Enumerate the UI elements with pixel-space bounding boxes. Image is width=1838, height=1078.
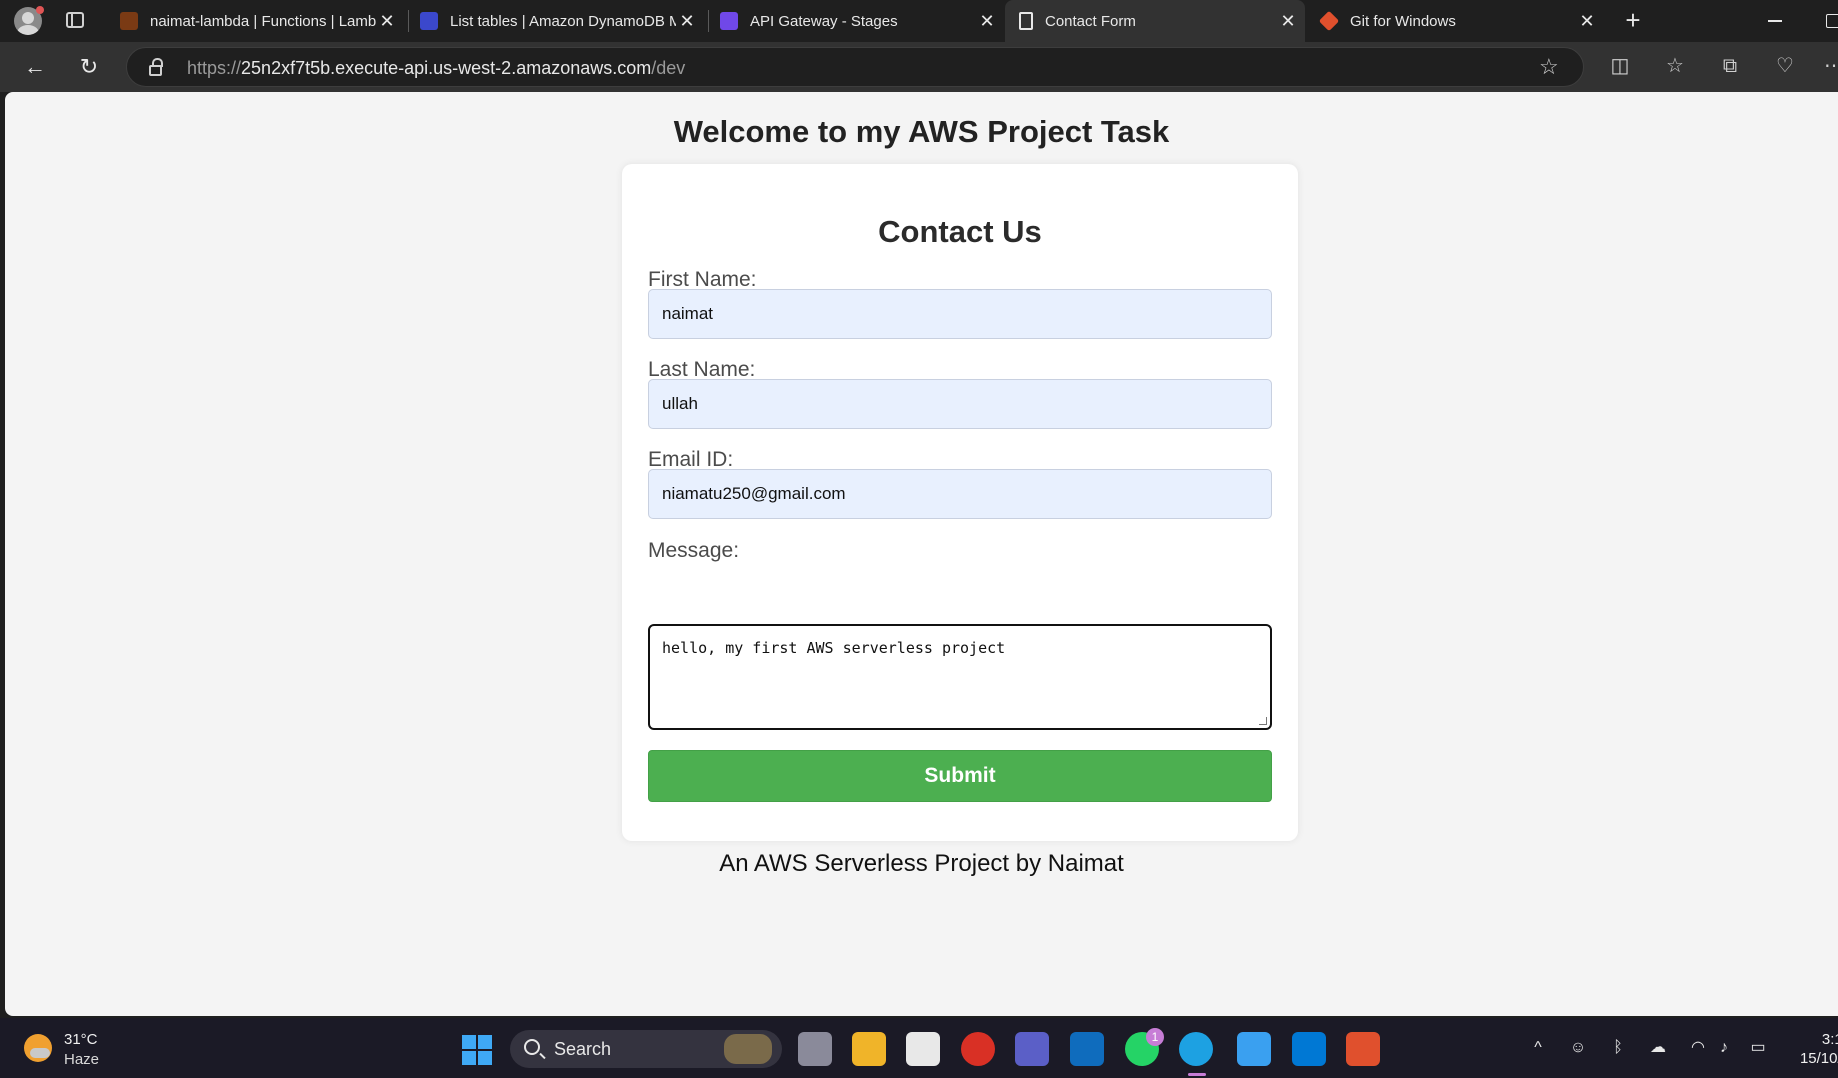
page-favicon-icon [1019, 12, 1033, 30]
tab-title: List tables | Amazon DynamoDB M [450, 12, 676, 30]
battery-icon[interactable]: ▭ [1748, 1038, 1768, 1058]
new-tab-button[interactable]: + [1618, 6, 1648, 36]
contact-form-card: Contact Us First Name: naimat Last Name:… [622, 164, 1298, 841]
search-label: Search [554, 1039, 612, 1059]
teams-tray-icon[interactable]: ☺ [1568, 1038, 1588, 1058]
tab-title: Contact Form [1045, 12, 1136, 30]
page-footer: An AWS Serverless Project by Naimat [719, 850, 1124, 877]
notepad-icon[interactable] [1237, 1032, 1271, 1066]
taskbar-search[interactable]: Search [510, 1030, 782, 1068]
minimize-icon[interactable] [1768, 20, 1782, 22]
lambda-favicon-icon [120, 12, 138, 30]
taskbar: 31°C Haze Search 1 ^ ☺ ᛒ ☁ ◠ ♪ ▭ 3:1115/… [0, 1018, 1838, 1078]
close-icon[interactable]: ✕ [1277, 11, 1299, 32]
vscode-icon[interactable] [1292, 1032, 1326, 1066]
tab-lambda[interactable]: naimat-lambda | Functions | Lamb ✕ [106, 0, 404, 42]
file-explorer-icon[interactable] [852, 1032, 886, 1066]
lock-icon[interactable] [149, 58, 163, 76]
close-icon[interactable]: ✕ [676, 11, 698, 32]
onedrive-icon[interactable]: ☁ [1648, 1038, 1668, 1058]
tab-actions-icon[interactable] [66, 12, 84, 28]
close-icon[interactable]: ✕ [976, 11, 998, 32]
more-menu-icon[interactable]: ⋯ [1822, 54, 1838, 78]
git-icon[interactable] [1346, 1032, 1380, 1066]
git-favicon-icon [1318, 10, 1340, 32]
submit-button[interactable]: Submit [648, 750, 1272, 802]
volume-icon[interactable]: ♪ [1714, 1038, 1734, 1058]
tab-title: Git for Windows [1350, 12, 1456, 30]
browser-essentials-icon[interactable]: ♡ [1773, 54, 1797, 78]
email-input[interactable]: niamatu250@gmail.com [648, 469, 1272, 519]
weather-temperature[interactable]: 31°C [64, 1031, 98, 1048]
clock[interactable]: 3:1115/10/2 [1790, 1030, 1838, 1068]
close-icon[interactable]: ✕ [376, 11, 398, 32]
tab-api-gateway[interactable]: API Gateway - Stages ✕ [706, 0, 1004, 42]
last-name-input[interactable]: ullah [648, 379, 1272, 429]
message-label: Message: [648, 539, 740, 562]
tab-dynamodb[interactable]: List tables | Amazon DynamoDB M ✕ [406, 0, 704, 42]
outlook-icon[interactable] [1070, 1032, 1104, 1066]
split-screen-icon[interactable]: ◫ [1608, 54, 1632, 78]
form-title: Contact Us [878, 214, 1042, 249]
wifi-icon[interactable]: ◠ [1688, 1038, 1708, 1058]
tab-strip: naimat-lambda | Functions | Lamb ✕ List … [0, 0, 1838, 42]
weather-description[interactable]: Haze [64, 1051, 99, 1068]
task-view-icon[interactable] [798, 1032, 832, 1066]
profile-notification-dot [36, 6, 44, 14]
refresh-icon[interactable]: ↻ [74, 52, 104, 82]
close-icon[interactable]: ✕ [1576, 11, 1598, 32]
tab-git[interactable]: Git for Windows ✕ [1306, 0, 1604, 42]
message-text: hello, my first AWS serverless project [662, 639, 1006, 657]
show-hidden-icons-chevron-icon[interactable]: ^ [1528, 1038, 1548, 1058]
whatsapp-badge: 1 [1146, 1028, 1164, 1046]
url-text[interactable]: https://25n2xf7t5b.execute-api.us-west-2… [187, 58, 685, 79]
favorites-icon[interactable]: ☆ [1663, 54, 1687, 78]
api-gateway-favicon-icon [720, 12, 738, 30]
tab-title: naimat-lambda | Functions | Lamb [150, 12, 376, 30]
favorite-star-icon[interactable]: ☆ [1539, 54, 1559, 80]
chrome-icon[interactable] [961, 1032, 995, 1066]
message-textarea[interactable]: hello, my first AWS serverless project [648, 624, 1272, 730]
bluetooth-icon[interactable]: ᛒ [1608, 1038, 1628, 1058]
collections-icon[interactable]: ⧉ [1718, 54, 1742, 78]
dynamodb-favicon-icon [420, 12, 438, 30]
search-icon [524, 1039, 540, 1055]
teams-icon[interactable] [1015, 1032, 1049, 1066]
edge-icon[interactable] [1179, 1032, 1213, 1066]
microsoft-store-icon[interactable] [906, 1032, 940, 1066]
tab-contact-form[interactable]: Contact Form ✕ [1005, 0, 1305, 42]
maximize-icon[interactable] [1826, 14, 1838, 28]
windows-start-icon[interactable] [462, 1035, 492, 1065]
page-viewport: Welcome to my AWS Project Task Contact U… [5, 92, 1838, 1016]
address-bar-row: ← ↻ https://25n2xf7t5b.execute-api.us-we… [0, 42, 1838, 92]
tab-title: API Gateway - Stages [750, 12, 898, 30]
address-bar[interactable]: https://25n2xf7t5b.execute-api.us-west-2… [126, 47, 1584, 87]
page-title: Welcome to my AWS Project Task [673, 114, 1170, 149]
search-highlight-icon [724, 1034, 772, 1064]
first-name-input[interactable]: naimat [648, 289, 1272, 339]
back-arrow-icon[interactable]: ← [20, 52, 50, 82]
weather-icon[interactable] [24, 1034, 52, 1062]
resize-handle-icon[interactable] [1259, 717, 1267, 725]
